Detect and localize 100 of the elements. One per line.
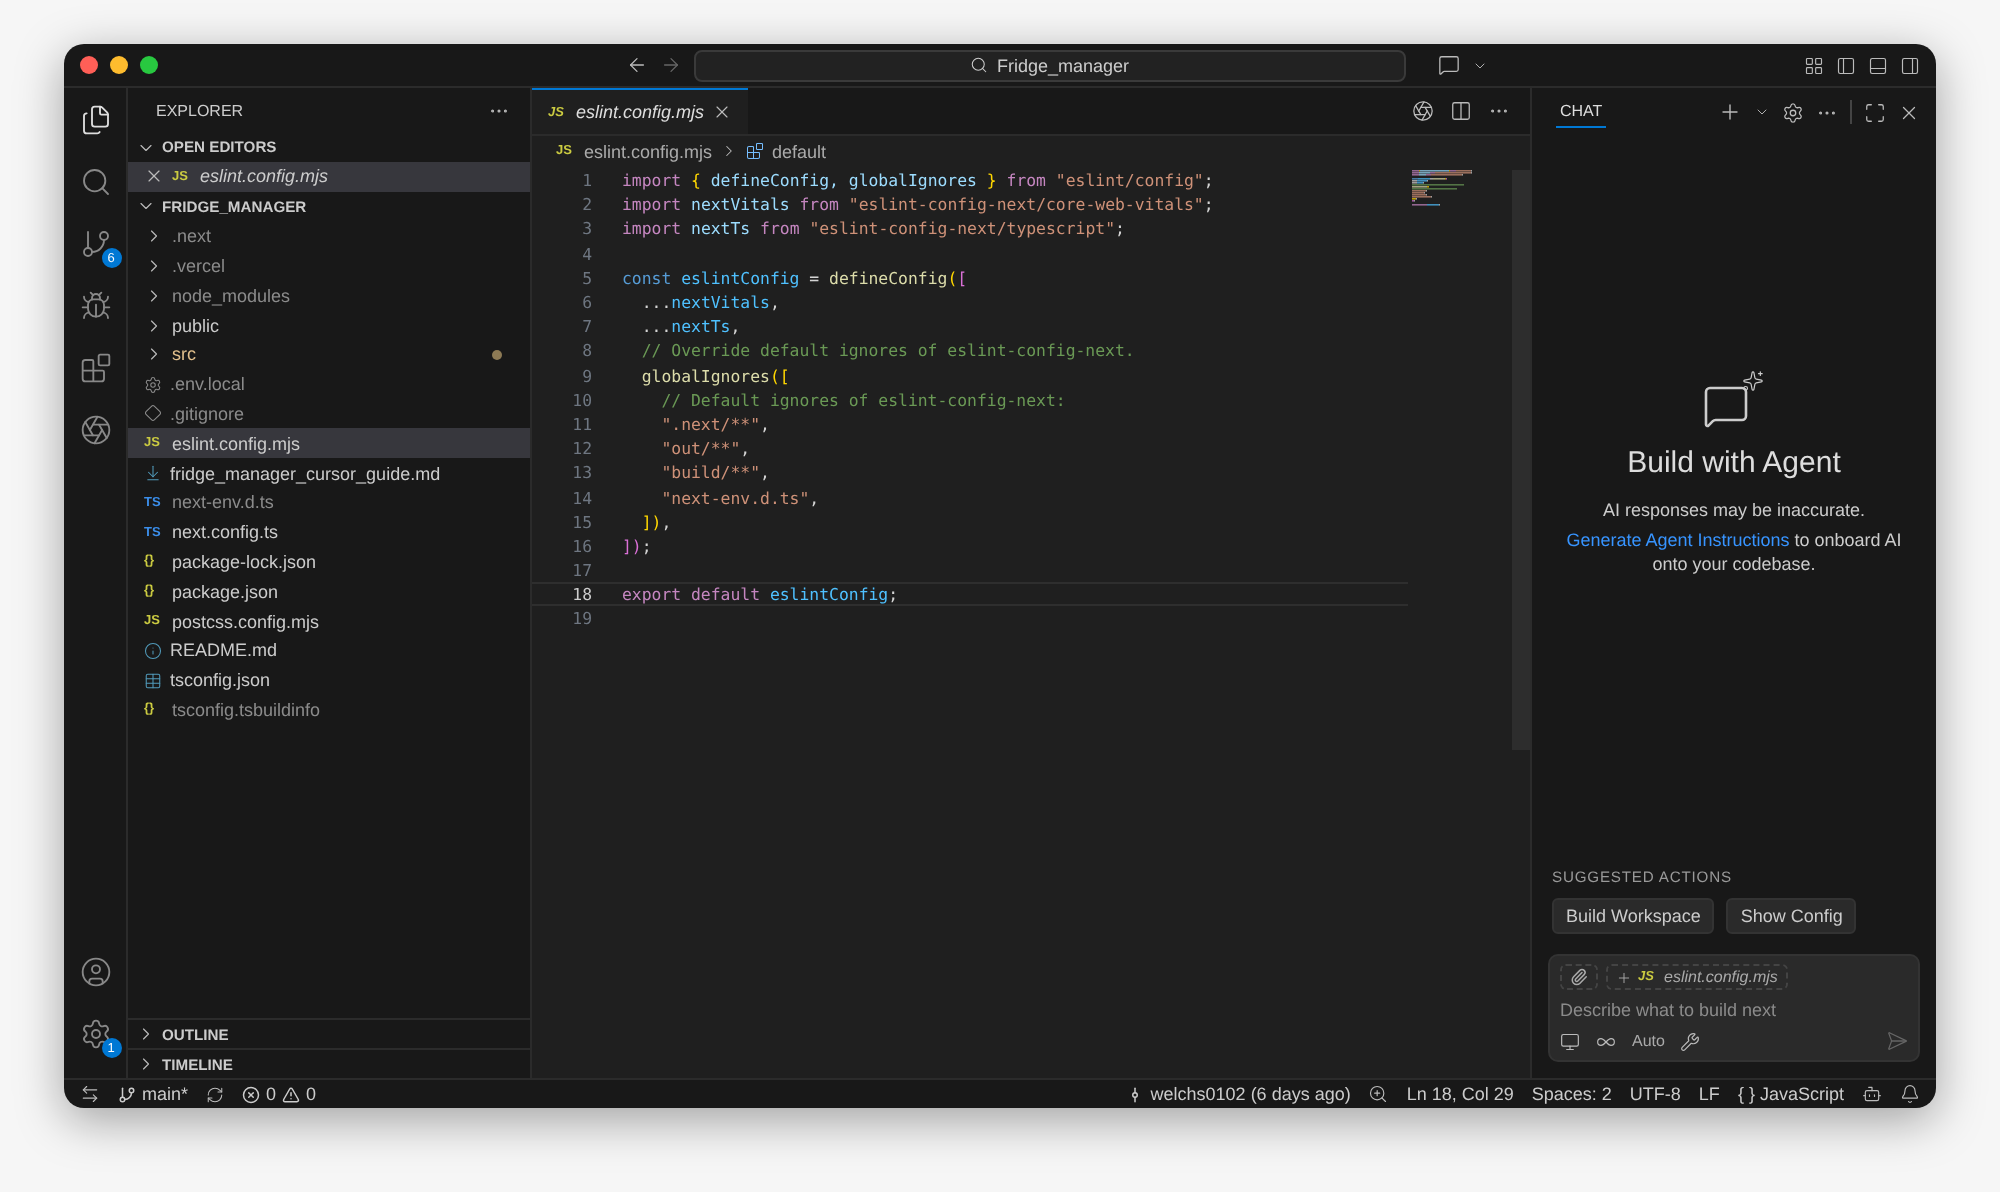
file-name: next-env.d.ts: [172, 492, 274, 513]
breadcrumb-item[interactable]: default: [772, 141, 827, 161]
monitor-icon[interactable]: [1560, 1031, 1580, 1051]
close-icon[interactable]: [712, 102, 733, 122]
line-number: 3: [580, 218, 592, 239]
debug-icon[interactable]: [79, 290, 111, 322]
close-button[interactable]: [80, 56, 98, 74]
folder-item[interactable]: .vercel: [128, 251, 530, 281]
source-control-icon[interactable]: [79, 228, 111, 260]
line-number: 19: [570, 608, 592, 629]
aperture-icon[interactable]: [1412, 100, 1434, 122]
file-item[interactable]: .gitignore: [128, 399, 530, 429]
close-icon[interactable]: [144, 166, 164, 187]
file-name: src: [172, 344, 196, 365]
remote-icon[interactable]: [80, 1084, 100, 1104]
minimize-button[interactable]: [110, 56, 128, 74]
model-selector[interactable]: Auto: [1632, 1032, 1665, 1050]
sidebar-toggle-icon[interactable]: [1836, 55, 1856, 75]
folder-item[interactable]: src: [128, 339, 530, 370]
cursor-position[interactable]: Ln 18, Col 29: [1406, 1084, 1514, 1104]
new-chat-icon[interactable]: [1718, 100, 1742, 124]
chat-sparkle-icon: [1702, 369, 1766, 429]
tools-icon[interactable]: [1680, 1031, 1701, 1051]
file-item[interactable]: .env.local: [128, 369, 530, 400]
panel-title: EXPLORER: [156, 101, 244, 119]
line-number: 12: [570, 438, 592, 459]
plus-icon: [1616, 969, 1632, 985]
split-editor-icon[interactable]: [1450, 100, 1472, 122]
file-item[interactable]: tsconfig.json: [128, 665, 530, 696]
settings-icon[interactable]: [79, 1018, 111, 1050]
attach-button[interactable]: [1560, 964, 1598, 990]
line-number: 5: [580, 267, 592, 288]
folder-item[interactable]: public: [128, 310, 530, 340]
line-number: 2: [580, 194, 592, 215]
panel-tab[interactable]: CHAT: [1556, 96, 1607, 128]
command-search-field[interactable]: Fridge_manager: [694, 49, 1406, 81]
back-arrow-icon[interactable]: [626, 54, 648, 76]
chat-input-field[interactable]: Describe what to build next: [1560, 1000, 1908, 1020]
aperture-icon[interactable]: [79, 414, 111, 446]
code-line: // Override default ignores of eslint-config-next.: [639, 340, 1135, 361]
file-name: .env.local: [170, 374, 245, 395]
suggestion-button[interactable]: Build Workspace: [1552, 898, 1715, 934]
line-number: 4: [580, 243, 592, 264]
account-icon[interactable]: [79, 956, 111, 988]
language-indicator[interactable]: { } JavaScript: [1737, 1084, 1844, 1104]
file-name: fridge_manager_cursor_guide.md: [170, 463, 441, 484]
search-icon[interactable]: [79, 166, 111, 198]
folder-item[interactable]: node_modules: [128, 280, 530, 311]
breadcrumb-item[interactable]: eslint.config.mjs: [584, 141, 713, 161]
code-line: const eslintConfig = defineConfig([: [622, 267, 968, 288]
file-name: .next: [172, 226, 212, 247]
code-line: "out/**",: [659, 438, 751, 459]
git-blame-indicator[interactable]: welchs0102 (6 days ago): [1126, 1084, 1351, 1104]
explorer-icon[interactable]: [79, 104, 111, 136]
file-name: .gitignore: [170, 403, 245, 424]
suggestion-button[interactable]: Show Config: [1726, 898, 1857, 934]
extensions-icon[interactable]: [79, 352, 111, 384]
file-name: package-lock.json: [172, 551, 317, 572]
symbol-icon[interactable]: [746, 142, 765, 160]
file-name: eslint.config.mjs: [172, 433, 301, 454]
code-line: "build/**",: [659, 462, 770, 483]
bell-icon[interactable]: [1900, 1084, 1920, 1104]
line-number: 16: [570, 535, 592, 556]
code-line: ]);: [622, 535, 652, 556]
instructions-link[interactable]: Generate Agent Instructions: [1566, 529, 1790, 549]
file-item[interactable]: fridge_manager_cursor_guide.md: [128, 458, 530, 488]
gear-icon: [144, 375, 162, 394]
chat-icon[interactable]: [1438, 54, 1460, 76]
copilot-icon[interactable]: [1862, 1084, 1882, 1104]
maximize-button[interactable]: [140, 56, 158, 74]
file-name: eslint.config.mjs: [1664, 968, 1778, 986]
code-line: "next-env.d.ts",: [659, 487, 820, 508]
sync-icon[interactable]: [206, 1085, 225, 1103]
line-number: 6: [580, 292, 592, 313]
code-line: ]),: [639, 511, 672, 532]
maximize-icon[interactable]: [1864, 101, 1886, 123]
layout-icon[interactable]: [1804, 55, 1824, 75]
file-item[interactable]: README.md: [128, 635, 530, 666]
indentation-indicator[interactable]: Spaces: 2: [1531, 1084, 1612, 1104]
zoom-icon[interactable]: [1368, 1084, 1389, 1104]
file-name: public: [172, 315, 220, 336]
settings-icon[interactable]: [1782, 101, 1804, 123]
line-number: 17: [570, 560, 592, 581]
panel-toggle-icon[interactable]: [1868, 55, 1888, 75]
folder-item[interactable]: .next: [128, 221, 530, 252]
line-number: 18: [570, 584, 592, 605]
eol-indicator[interactable]: LF: [1698, 1084, 1720, 1104]
send-icon[interactable]: [1886, 1030, 1908, 1052]
secondary-sidebar-icon[interactable]: [1900, 55, 1920, 75]
caret-icon[interactable]: [1754, 104, 1770, 120]
chat-heading: Build with Agent: [1627, 445, 1841, 479]
close-icon[interactable]: [1898, 101, 1920, 123]
code-line: ...nextTs,: [639, 316, 741, 337]
branch-indicator[interactable]: main*: [118, 1084, 189, 1104]
encoding-indicator[interactable]: UTF-8: [1629, 1084, 1681, 1104]
file-name: package.json: [172, 581, 279, 602]
forward-arrow-icon[interactable]: [660, 54, 682, 76]
problems-indicator[interactable]: 0 0: [242, 1084, 317, 1104]
line-number: 10: [570, 389, 592, 410]
code-line: import nextTs from "eslint-config-next/typescript";: [622, 218, 1125, 239]
